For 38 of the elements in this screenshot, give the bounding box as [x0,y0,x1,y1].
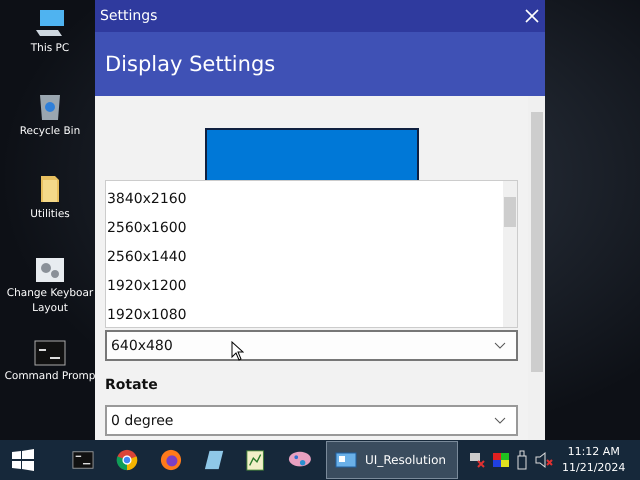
chart-document-icon[interactable] [246,448,266,472]
clock-date[interactable]: 11/21/2024 [562,460,626,476]
resolution-option[interactable]: 3840x2160 [106,185,503,214]
window-app-icon [335,452,357,468]
chevron-down-icon [494,342,506,350]
resolution-option[interactable]: 1920x1200 [106,272,503,301]
windows-start-icon[interactable] [12,449,34,471]
scrollbar[interactable] [503,181,517,327]
resolution-option[interactable]: 2560x1440 [106,243,503,272]
desktop-icon-label[interactable]: Utilities [3,207,97,222]
network-disconnected-icon[interactable] [468,451,486,469]
gears-icon[interactable] [35,257,65,283]
usb-drive-icon[interactable] [516,450,528,470]
computer-icon[interactable] [34,8,66,38]
chevron-down-icon [494,416,506,424]
color-display-icon[interactable] [492,452,510,468]
desktop-icon-label[interactable]: Command Promp [3,369,97,384]
resolution-dropdown[interactable]: 640x480 [105,330,518,361]
browser-icon[interactable] [116,448,138,472]
clock-time[interactable]: 11:12 AM [568,444,620,460]
page-title: Display Settings [105,52,276,76]
display-monitor[interactable] [204,128,418,180]
close-icon[interactable] [525,9,539,23]
window-title: Settings [100,8,158,24]
rotate-dropdown[interactable]: 0 degree [105,405,518,436]
speaker-muted-icon[interactable] [534,451,554,469]
rotate-label: Rotate [105,377,159,393]
desktop-icon-label[interactable]: Recycle Bin [3,124,97,139]
notepad-icon[interactable] [204,448,224,472]
fox-browser-icon[interactable] [160,448,182,472]
resolution-option[interactable]: 1920x1080 [106,301,503,330]
console-icon[interactable] [34,340,66,366]
console-icon[interactable] [72,450,94,470]
taskbar-app-button[interactable]: UI_Resolution [326,441,458,479]
desktop-icon-label[interactable]: This PC [3,41,97,56]
resolution-option[interactable]: 2560x1600 [106,214,503,243]
desktop-icon-label[interactable]: Change Keyboar Layout [3,286,97,316]
mouse-cursor-icon [231,341,244,361]
